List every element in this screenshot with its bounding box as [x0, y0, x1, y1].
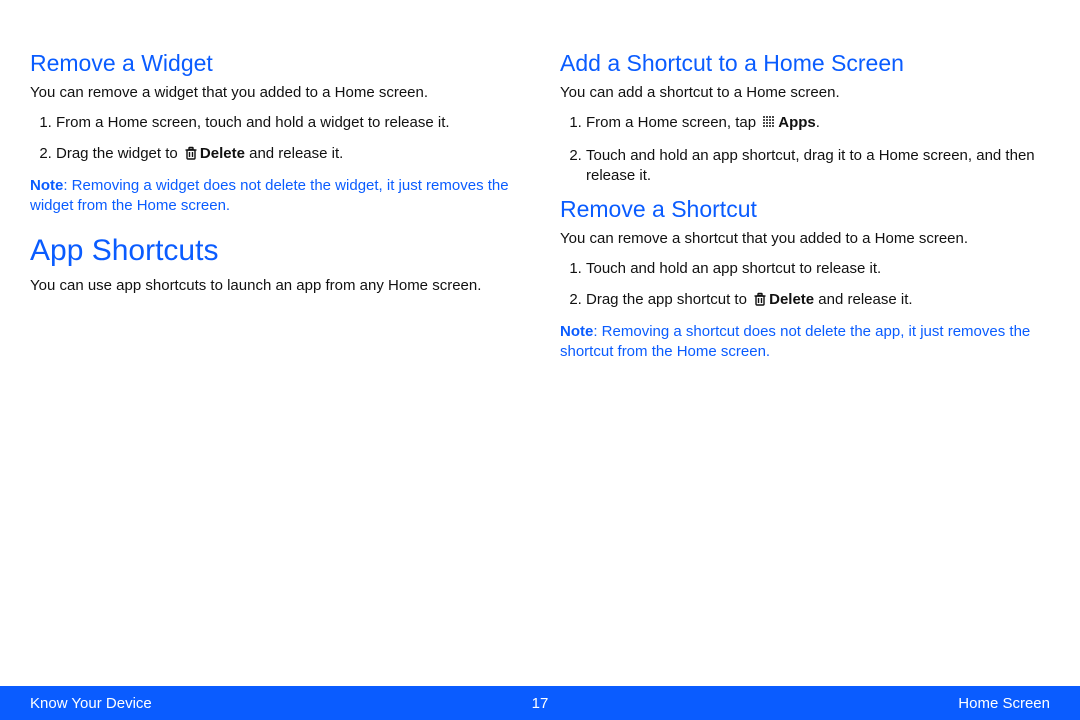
footer-left: Know Your Device [30, 695, 152, 712]
step-remove-widget-2b: and release it. [245, 145, 343, 162]
two-column-layout: Remove a Widget You can remove a widget … [30, 40, 1050, 372]
steps-remove-shortcut: Touch and hold an app shortcut to releas… [560, 259, 1050, 312]
note-label: Note [560, 323, 593, 340]
heading-remove-widget: Remove a Widget [30, 50, 520, 77]
note-remove-widget: Note: Removing a widget does not delete … [30, 176, 520, 217]
note-remove-shortcut: Note: Removing a shortcut does not delet… [560, 322, 1050, 363]
page-footer: Know Your Device 17 Home Screen [0, 686, 1080, 720]
note-text: : Removing a shortcut does not delete th… [560, 323, 1030, 360]
intro-app-shortcuts: You can use app shortcuts to launch an a… [30, 276, 520, 296]
step-remove-widget-1: From a Home screen, touch and hold a wid… [56, 113, 520, 133]
intro-add-shortcut: You can add a shortcut to a Home screen. [560, 83, 1050, 103]
heading-add-shortcut: Add a Shortcut to a Home Screen [560, 50, 1050, 77]
page-number: 17 [532, 695, 549, 712]
note-label: Note [30, 177, 63, 194]
step-add-shortcut-1: From a Home screen, tap Apps. [586, 113, 1050, 135]
footer-right: Home Screen [958, 695, 1050, 712]
step-remove-shortcut-2: Drag the app shortcut to Delete and rele… [586, 290, 1050, 312]
intro-remove-shortcut: You can remove a shortcut that you added… [560, 229, 1050, 249]
step-remove-widget-2: Drag the widget to Delete and release it… [56, 144, 520, 166]
step-add-shortcut-1a: From a Home screen, tap [586, 114, 760, 131]
steps-add-shortcut: From a Home screen, tap Apps. Touch and … [560, 113, 1050, 186]
heading-app-shortcuts: App Shortcuts [30, 234, 520, 268]
step-add-shortcut-2: Touch and hold an app shortcut, drag it … [586, 146, 1050, 187]
delete-label: Delete [769, 291, 814, 308]
intro-remove-widget: You can remove a widget that you added t… [30, 83, 520, 103]
apps-grid-icon [762, 115, 776, 135]
step-remove-shortcut-2a: Drag the app shortcut to [586, 291, 751, 308]
step-add-shortcut-1b: . [816, 114, 820, 131]
manual-page: Remove a Widget You can remove a widget … [0, 0, 1080, 720]
step-remove-shortcut-1: Touch and hold an app shortcut to releas… [586, 259, 1050, 279]
right-column: Add a Shortcut to a Home Screen You can … [560, 40, 1050, 372]
step-remove-widget-2a: Drag the widget to [56, 145, 182, 162]
apps-label: Apps [778, 114, 816, 131]
heading-remove-shortcut: Remove a Shortcut [560, 196, 1050, 223]
left-column: Remove a Widget You can remove a widget … [30, 40, 520, 372]
step-remove-shortcut-2b: and release it. [814, 291, 912, 308]
trash-icon [753, 292, 767, 312]
delete-label: Delete [200, 145, 245, 162]
steps-remove-widget: From a Home screen, touch and hold a wid… [30, 113, 520, 166]
note-text: : Removing a widget does not delete the … [30, 177, 509, 214]
trash-icon [184, 146, 198, 166]
